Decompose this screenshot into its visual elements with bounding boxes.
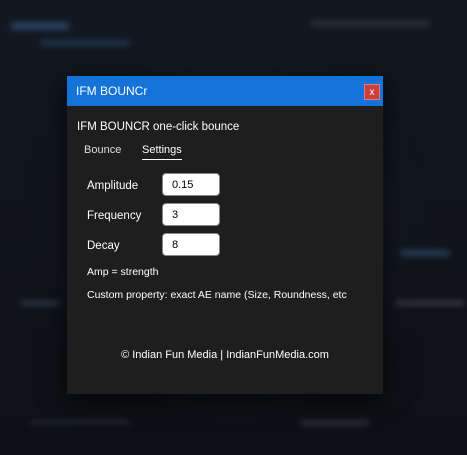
footer-credit: © Indian Fun Media | IndianFunMedia.com	[121, 349, 329, 361]
frequency-label: Frequency	[87, 210, 142, 222]
panel-header: IFM BOUNCR one-click bounce	[77, 121, 240, 133]
custom-property-note: Custom property: exact AE name (Size, Ro…	[87, 289, 347, 301]
close-button[interactable]: x	[364, 84, 380, 100]
bg-shape	[395, 300, 465, 306]
bg-shape	[300, 420, 370, 426]
tab-bounce[interactable]: Bounce	[84, 144, 121, 159]
title-bar[interactable]: IFM BOUNCr x	[67, 76, 383, 106]
decay-label: Decay	[87, 240, 120, 252]
bg-shape	[10, 22, 70, 30]
amplitude-label: Amplitude	[87, 180, 139, 192]
amp-note: Amp = strength	[87, 266, 159, 278]
bg-shape	[20, 300, 60, 306]
tab-settings[interactable]: Settings	[142, 144, 182, 160]
bg-shape	[30, 420, 130, 425]
window-title: IFM BOUNCr	[76, 84, 148, 98]
bg-shape	[40, 40, 130, 46]
amplitude-input[interactable]	[162, 173, 220, 196]
plugin-window: IFM BOUNCr x IFM BOUNCR one-click bounce…	[67, 76, 383, 394]
bg-shape	[400, 250, 450, 256]
bg-shape	[310, 20, 430, 27]
frequency-input[interactable]	[162, 203, 220, 226]
decay-input[interactable]	[162, 233, 220, 256]
